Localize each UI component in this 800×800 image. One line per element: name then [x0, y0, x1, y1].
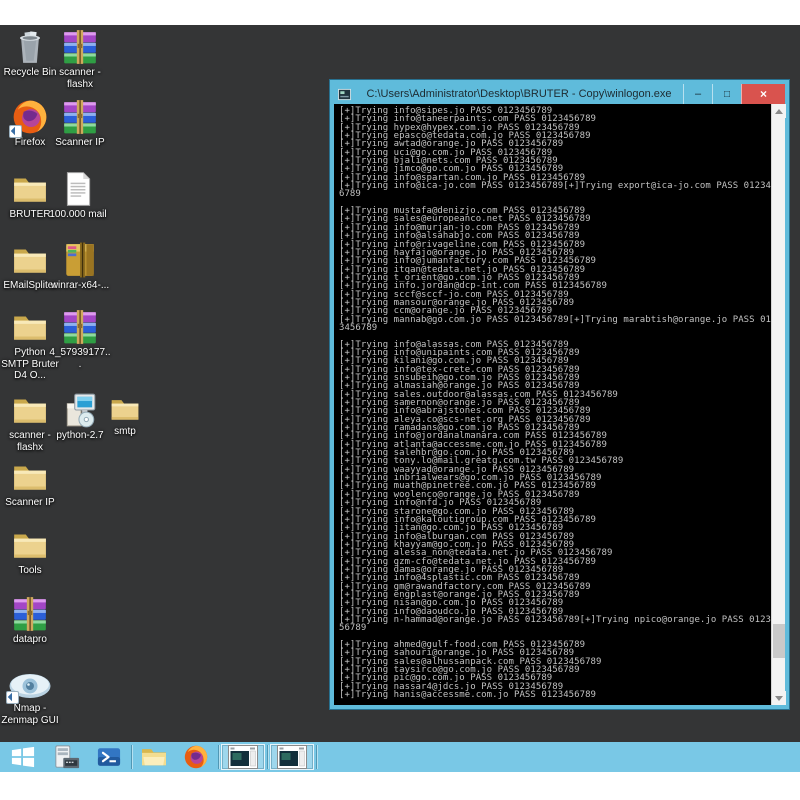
desktop-icon-label: 4_57939177... — [49, 347, 111, 370]
folder-icon — [11, 241, 49, 279]
desktop-icon-label: smtp — [114, 426, 136, 438]
console-output: [+]Trying info@sipes.jo PASS 0123456789 … — [334, 104, 771, 702]
start-button[interactable] — [0, 742, 46, 772]
desktop-icon-datapro[interactable]: datapro — [0, 595, 60, 646]
taskbar-separator — [131, 745, 132, 769]
titlebar[interactable]: C:\Users\Administrator\Desktop\BRUTER - … — [334, 84, 785, 104]
python-installer-icon — [61, 391, 99, 429]
desktop-icon-label: Tools — [18, 565, 41, 577]
firefox-icon — [183, 744, 209, 770]
desktop-icon-label: Scanner IP — [5, 497, 54, 509]
scrollbar[interactable] — [771, 104, 785, 705]
desktop-icon-100000-mail[interactable]: 100.000 mail — [48, 170, 108, 221]
server-manager-icon — [53, 744, 81, 770]
desktop-icon-scanner-flashx-rar[interactable]: scanner - flashx — [50, 28, 110, 90]
shortcut-arrow-icon — [9, 125, 22, 138]
file-explorer-button[interactable] — [133, 742, 175, 772]
folder-icon — [11, 391, 49, 429]
scroll-down-arrow-icon — [775, 696, 783, 701]
desktop-icon-label: Nmap - Zenmap GUI — [0, 703, 60, 726]
text-document-icon — [59, 170, 97, 208]
window-title: C:\Users\Administrator\Desktop\BRUTER - … — [355, 88, 683, 100]
minimize-button[interactable]: – — [683, 84, 712, 104]
recycle-bin-icon — [11, 28, 49, 66]
taskbar-window-button-2[interactable] — [270, 744, 314, 770]
console-output-area[interactable]: [+]Trying info@sipes.jo PASS 0123456789 … — [334, 104, 785, 705]
folder-icon — [11, 308, 49, 346]
firefox-button[interactable] — [175, 742, 217, 772]
folder-icon — [109, 393, 141, 425]
desktop-icon-tools[interactable]: Tools — [0, 526, 60, 577]
desktop-icon-label: Recycle Bin — [4, 67, 57, 79]
desktop-icon-label: python-2.7 — [56, 430, 103, 442]
desktop-icon-nmap-zenmap[interactable]: Nmap - Zenmap GUI — [0, 670, 60, 726]
desktop-icon-label: Scanner IP — [55, 137, 104, 149]
desktop-icon-label: winrar-x64-... — [51, 280, 109, 292]
server-manager-button[interactable] — [46, 742, 88, 772]
rar-archive-icon — [11, 595, 49, 633]
window-controls: – □ × — [683, 84, 785, 104]
desktop-icon-label: scanner - flashx — [50, 67, 110, 90]
winrar-installer-icon — [61, 241, 99, 279]
file-explorer-icon — [140, 745, 168, 769]
nmap-eye-icon — [8, 670, 52, 702]
taskbar-window-button-1[interactable] — [221, 744, 265, 770]
desktop-icon-label: 100.000 mail — [49, 209, 106, 221]
desktop-icon-smtp[interactable]: smtp — [102, 393, 148, 438]
desktop-icon-python-27[interactable]: python-2.7 — [50, 391, 110, 442]
desktop-icon-label: EMailSpliter — [3, 280, 56, 292]
console-app-icon — [338, 88, 351, 101]
console-window-thumbnail-icon — [277, 745, 307, 769]
desktop-icon-scanner-ip-rar[interactable]: Scanner IP — [50, 98, 110, 149]
windows-logo-icon — [11, 745, 35, 769]
rar-archive-icon — [61, 98, 99, 136]
taskbar-separator — [218, 745, 219, 769]
scrollbar-thumb[interactable] — [773, 624, 785, 658]
scroll-down-button[interactable] — [772, 691, 786, 705]
powershell-icon — [97, 745, 121, 769]
taskbar — [0, 742, 800, 772]
desktop: Recycle Bin scanner - flashx Firefox Sca… — [0, 25, 800, 742]
desktop-icon-label: BRUTER — [9, 209, 50, 221]
taskbar-separator — [316, 745, 317, 769]
maximize-button[interactable]: □ — [712, 84, 741, 104]
desktop-icon-4-57939177[interactable]: 4_57939177... — [50, 308, 110, 370]
desktop-icon-label: Firefox — [15, 137, 46, 149]
desktop-icon-scanner-ip-folder[interactable]: Scanner IP — [0, 458, 60, 509]
folder-icon — [11, 170, 49, 208]
powershell-button[interactable] — [88, 742, 130, 772]
firefox-icon — [11, 98, 49, 136]
scroll-up-button[interactable] — [772, 104, 786, 118]
taskbar-separator — [267, 745, 268, 769]
folder-icon — [11, 526, 49, 564]
desktop-icon-winrar-installer[interactable]: winrar-x64-... — [50, 241, 110, 292]
rar-archive-icon — [61, 28, 99, 66]
rar-archive-icon — [61, 308, 99, 346]
console-window-thumbnail-icon — [228, 745, 258, 769]
folder-icon — [11, 458, 49, 496]
close-button[interactable]: × — [741, 84, 785, 104]
scroll-up-arrow-icon — [775, 109, 783, 114]
desktop-icon-label: datapro — [13, 634, 47, 646]
console-window: C:\Users\Administrator\Desktop\BRUTER - … — [330, 80, 789, 709]
shortcut-arrow-icon — [6, 691, 19, 704]
